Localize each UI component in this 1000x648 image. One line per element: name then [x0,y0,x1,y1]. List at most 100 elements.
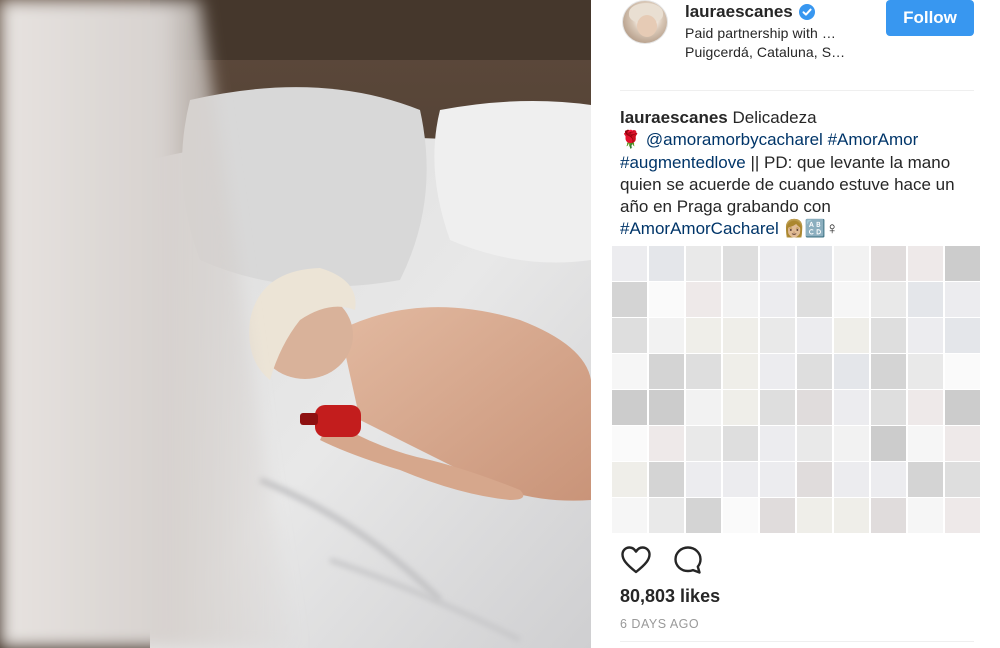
post-caption: lauraescanes Delicadeza 🌹 @amoramorbycac… [620,107,970,241]
post-header: lauraescanes Paid partnership with … Pui… [591,0,1000,90]
likes-count[interactable]: 80,803 likes [620,586,720,607]
blur-cell [723,462,758,497]
blur-cell [686,246,721,281]
blur-cell [723,282,758,317]
blur-cell [760,462,795,497]
blur-cell [760,390,795,425]
blur-cell [834,354,869,389]
blur-cell [908,426,943,461]
blur-cell [723,354,758,389]
blur-cell [945,282,980,317]
blur-cell [760,354,795,389]
blur-cell [908,390,943,425]
paid-partnership-text[interactable]: Paid partnership with … [685,25,836,41]
blur-cell [945,390,980,425]
post-photo-image [0,0,591,648]
blur-cell [797,462,832,497]
blur-cell [945,426,980,461]
blur-cell [686,354,721,389]
caption-hashtag[interactable]: #augmentedlove [620,153,746,172]
verified-badge-icon [798,4,815,20]
blur-cell [945,498,980,533]
location-link[interactable]: Puigcerdá, Cataluna, S… [685,44,845,60]
post-photo[interactable] [0,0,591,648]
blur-cell [945,354,980,389]
post-actions [620,545,704,575]
caption-end-emojis: 👩🏼🔠♀ [778,219,839,239]
blur-cell [686,462,721,497]
blur-cell [871,246,906,281]
blur-cell [723,498,758,533]
blur-cell [649,246,684,281]
blur-cell [760,282,795,317]
avatar-face [637,15,657,37]
blur-cell [908,282,943,317]
blur-cell [908,462,943,497]
header-divider [620,90,974,91]
blur-cell [871,462,906,497]
blur-cell [908,354,943,389]
blur-cell [723,426,758,461]
blur-cell [649,282,684,317]
blur-cell [686,318,721,353]
blur-cell [612,390,647,425]
blur-cell [649,318,684,353]
blur-cell [834,318,869,353]
blur-cell [871,318,906,353]
blur-cell [649,462,684,497]
blur-cell [871,390,906,425]
blur-cell [612,426,647,461]
blur-cell [649,426,684,461]
blur-cell [686,426,721,461]
blur-cell [834,498,869,533]
username-link[interactable]: lauraescanes [685,2,793,22]
blur-cell [834,282,869,317]
caption-author[interactable]: lauraescanes [620,108,728,127]
post-side-panel: lauraescanes Paid partnership with … Pui… [591,0,1000,648]
blur-cell [612,246,647,281]
blur-cell [797,282,832,317]
blur-cell [612,462,647,497]
blur-cell [871,354,906,389]
blur-cell [686,282,721,317]
blur-cell [723,246,758,281]
blurred-comments-area [612,246,982,536]
heart-outline-icon[interactable] [620,545,652,575]
blur-cell [797,426,832,461]
avatar[interactable] [622,0,668,44]
blur-cell [797,246,832,281]
blur-cell [797,318,832,353]
blur-cell [760,318,795,353]
follow-button[interactable]: Follow [886,0,974,36]
blur-cell [760,426,795,461]
blur-cell [871,498,906,533]
blur-cell [612,354,647,389]
blur-cell [723,390,758,425]
blur-cell [945,318,980,353]
blur-cell [686,390,721,425]
blur-cell [612,318,647,353]
blur-cell [612,498,647,533]
blur-cell [908,498,943,533]
blur-cell [649,498,684,533]
blur-cell [908,318,943,353]
blur-cell [834,390,869,425]
rose-emoji: 🌹 [620,130,642,150]
post-time[interactable]: 6 DAYS AGO [620,617,699,631]
blur-cell [908,246,943,281]
username-row: lauraescanes [685,2,815,22]
blur-cell [945,462,980,497]
blur-cell [945,246,980,281]
blur-cell [797,498,832,533]
caption-hashtag[interactable]: #AmorAmorCacharel [620,219,779,238]
footer-divider [620,641,974,642]
blur-cell [649,390,684,425]
comment-bubble-icon[interactable] [672,545,704,575]
blur-cell [760,498,795,533]
blur-cell [612,282,647,317]
blur-cell [871,282,906,317]
caption-hashtag[interactable]: #AmorAmor [828,130,919,149]
caption-mention[interactable]: @amoramorbycacharel [646,130,823,149]
blur-cell [797,354,832,389]
blur-cell [723,318,758,353]
